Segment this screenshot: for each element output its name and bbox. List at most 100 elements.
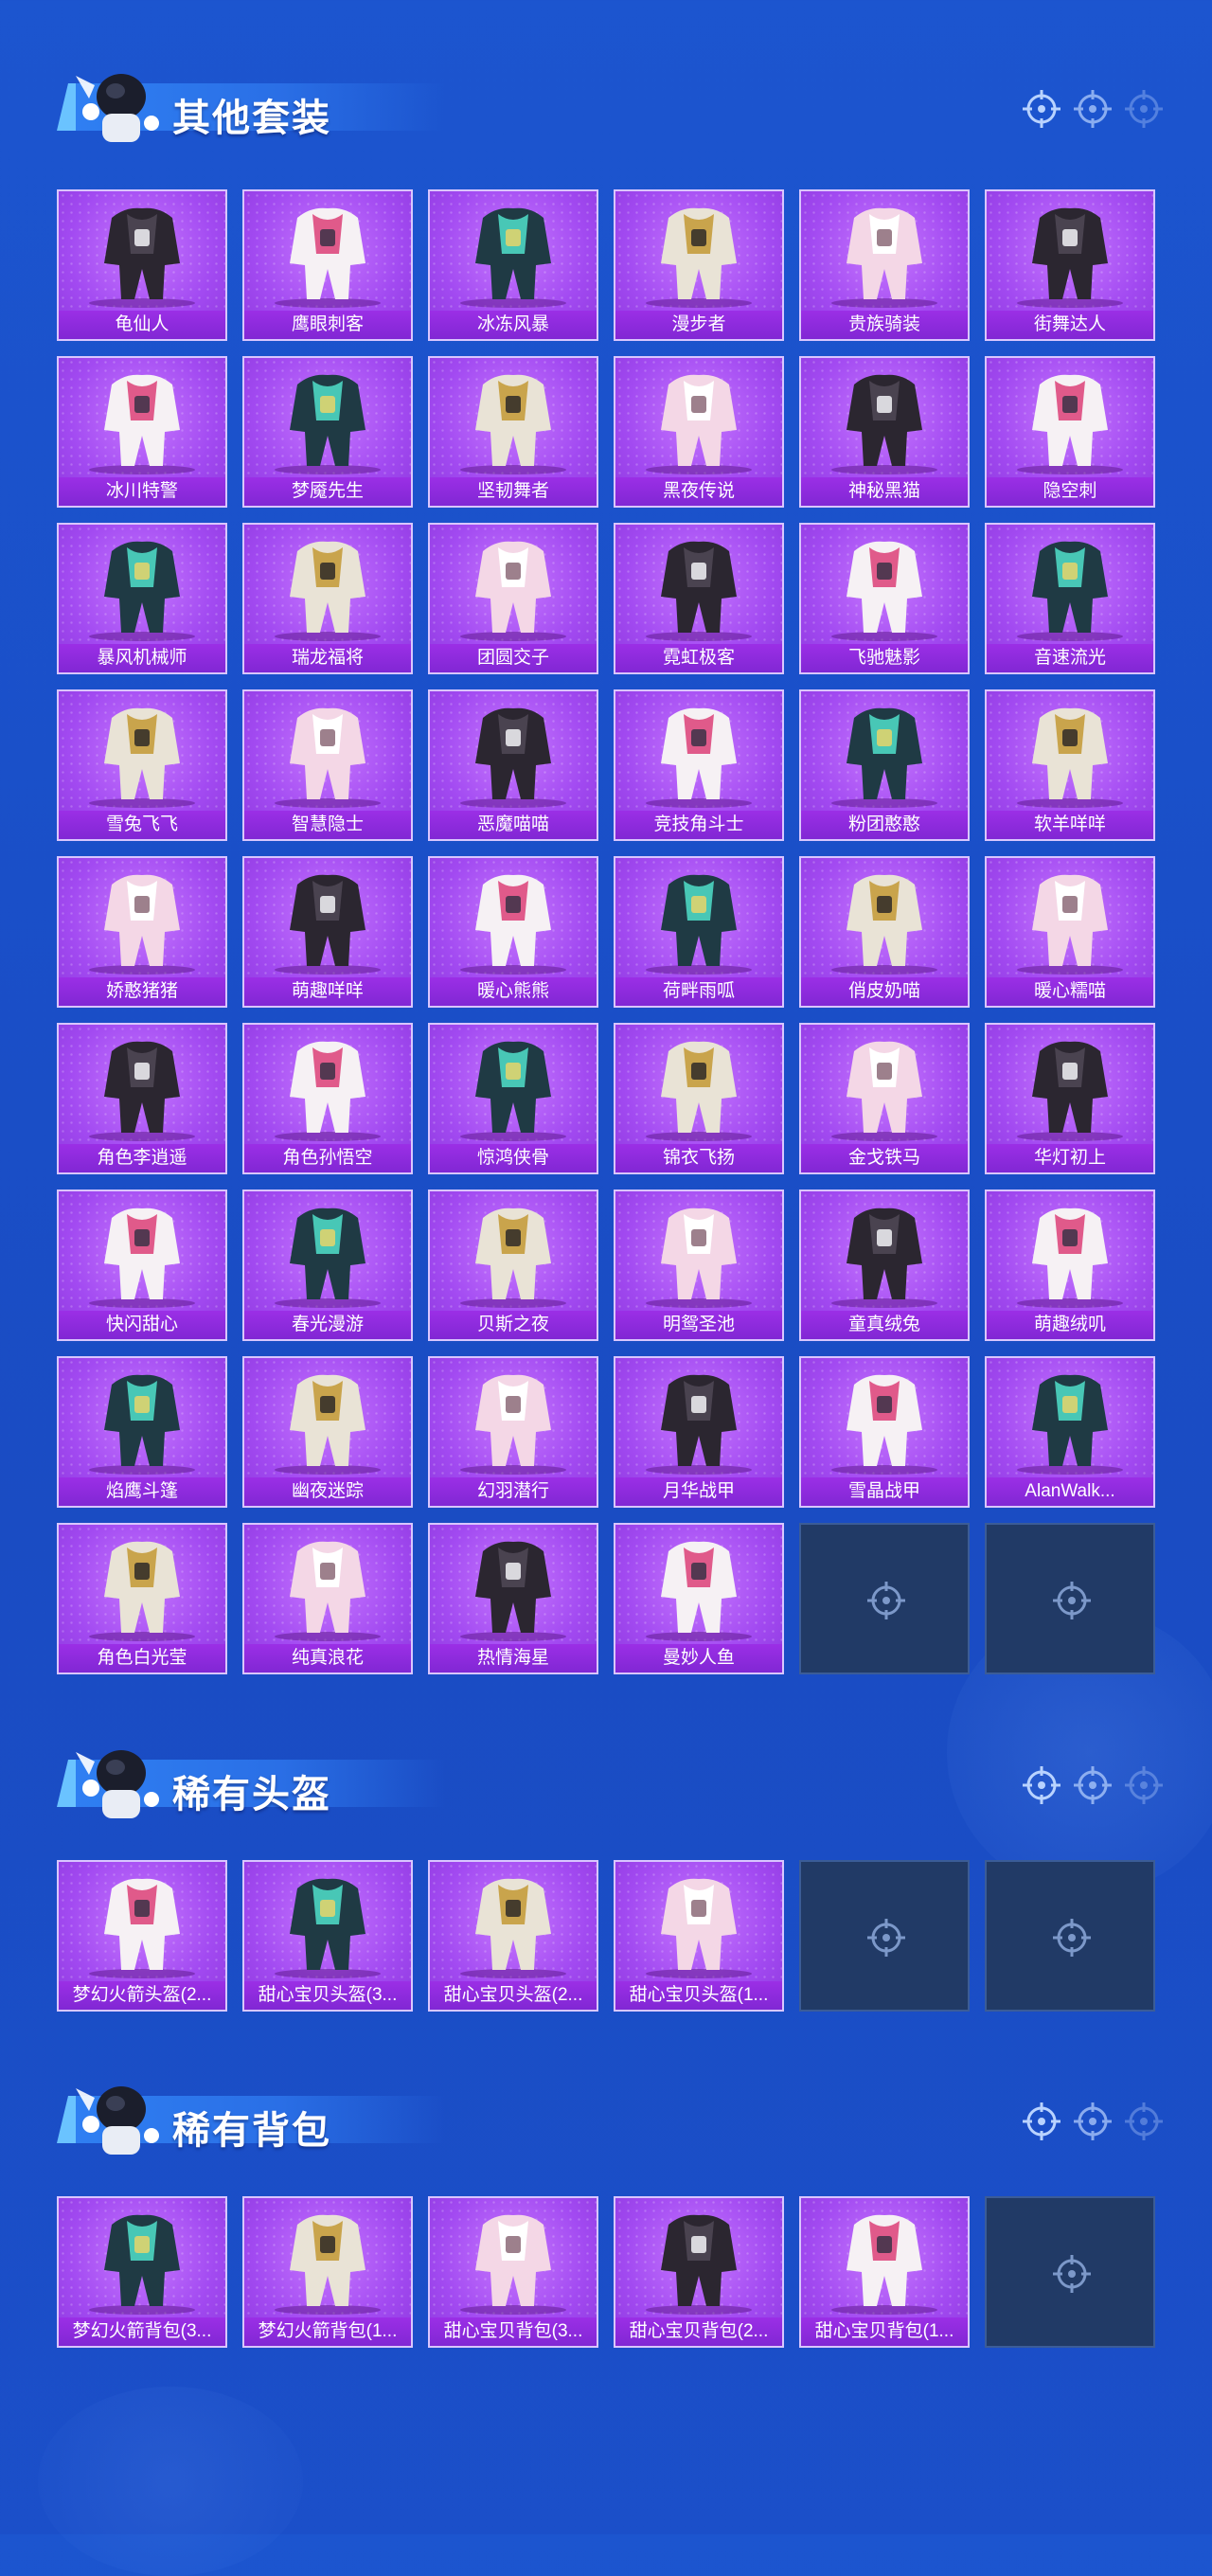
item-card[interactable]: 明鸳圣池 [614,1190,784,1341]
item-card[interactable]: 甜心宝贝头盔(1... [614,1860,784,2012]
item-card[interactable]: 冰川特警 [57,356,227,508]
crosshair-icon [1053,2255,1091,2293]
item-card[interactable]: 荷畔雨呱 [614,856,784,1008]
item-card[interactable]: 神秘黑猫 [799,356,970,508]
item-card[interactable]: 贵族骑装 [799,189,970,341]
item-card[interactable]: 暖心熊熊 [428,856,598,1008]
item-card[interactable]: 金戈铁马 [799,1023,970,1174]
item-card[interactable]: 角色白光莹 [57,1523,227,1674]
item-label: 角色孙悟空 [244,1144,411,1172]
item-card[interactable]: 雪晶战甲 [799,1356,970,1508]
item-label: 明鸳圣池 [615,1311,782,1339]
item-card[interactable]: 竞技角斗士 [614,689,784,841]
item-label: 暴风机械师 [59,644,225,672]
item-card[interactable]: 智慧隐士 [242,689,413,841]
item-card[interactable]: 音速流光 [985,523,1155,674]
item-card[interactable]: 团圆交子 [428,523,598,674]
item-card[interactable]: 飞驰魅影 [799,523,970,674]
item-card[interactable]: 贝斯之夜 [428,1190,598,1341]
item-card[interactable]: 梦魇先生 [242,356,413,508]
item-card[interactable]: 梦幻火箭背包(1... [242,2196,413,2348]
item-card[interactable]: 华灯初上 [985,1023,1155,1174]
item-image [646,2214,752,2315]
item-card[interactable]: 雪兔飞飞 [57,689,227,841]
crosshair-icon [1074,90,1112,128]
item-card[interactable]: 街舞达人 [985,189,1155,341]
item-label: 隐空刺 [987,477,1153,506]
item-card[interactable]: 幽夜迷踪 [242,1356,413,1508]
item-card[interactable]: 冰冻风暴 [428,189,598,341]
item-card[interactable]: 甜心宝贝背包(2... [614,2196,784,2348]
item-card[interactable]: 梦幻火箭背包(3... [57,2196,227,2348]
item-card[interactable]: 龟仙人 [57,189,227,341]
item-card[interactable]: 萌趣绒叽 [985,1190,1155,1341]
item-card[interactable]: 纯真浪花 [242,1523,413,1674]
item-card[interactable]: 甜心宝贝头盔(3... [242,1860,413,2012]
crosshair-icon [867,1919,905,1957]
item-label: 角色白光莹 [59,1644,225,1673]
section-title: 稀有头盔 [172,1774,331,1816]
item-image [89,374,195,474]
item-image [460,541,566,641]
section-header: 稀有背包 [28,2060,1165,2164]
item-image [460,2214,566,2315]
item-card[interactable]: 隐空刺 [985,356,1155,508]
item-label: 街舞达人 [987,311,1153,339]
item-card[interactable]: 锦衣飞扬 [614,1023,784,1174]
item-card[interactable]: 恶魔喵喵 [428,689,598,841]
item-card[interactable]: 鹰眼刺客 [242,189,413,341]
item-card[interactable]: 焰鹰斗篷 [57,1356,227,1508]
item-card[interactable]: 甜心宝贝背包(1... [799,2196,970,2348]
item-image [460,1374,566,1475]
item-label: 恶魔喵喵 [430,811,597,839]
item-label: 鹰眼刺客 [244,311,411,339]
item-label: 雪兔飞飞 [59,811,225,839]
item-card[interactable]: 甜心宝贝背包(3... [428,2196,598,2348]
item-card[interactable]: 霓虹极客 [614,523,784,674]
item-card[interactable]: 娇憨猪猪 [57,856,227,1008]
item-label: 飞驰魅影 [801,644,968,672]
empty-slot [985,1860,1155,2012]
item-card[interactable]: 暖心糯喵 [985,856,1155,1008]
item-card[interactable]: 粉团憨憨 [799,689,970,841]
mascot-icon [76,1750,159,1818]
item-label: 荷畔雨呱 [615,977,782,1006]
item-card[interactable]: 黑夜传说 [614,356,784,508]
crosshair-icon [1125,2102,1163,2140]
item-card[interactable]: 月华战甲 [614,1356,784,1508]
item-label: 幽夜迷踪 [244,1477,411,1506]
item-card[interactable]: 坚韧舞者 [428,356,598,508]
item-label: 热情海星 [430,1644,597,1673]
item-card[interactable]: AlanWalk... [985,1356,1155,1508]
item-label: 雪晶战甲 [801,1477,968,1506]
item-card[interactable]: 快闪甜心 [57,1190,227,1341]
item-card[interactable]: 萌趣咩咩 [242,856,413,1008]
item-card[interactable]: 童真绒兔 [799,1190,970,1341]
item-card[interactable]: 角色李逍遥 [57,1023,227,1174]
item-image [831,2214,937,2315]
item-label: 锦衣飞扬 [615,1144,782,1172]
item-image [1017,874,1123,975]
item-card[interactable]: 漫步者 [614,189,784,341]
item-card[interactable]: 角色孙悟空 [242,1023,413,1174]
item-image [646,874,752,975]
item-label: 月华战甲 [615,1477,782,1506]
item-card[interactable]: 瑞龙福将 [242,523,413,674]
item-card[interactable]: 春光漫游 [242,1190,413,1341]
item-image [275,1878,381,1978]
item-card[interactable]: 暴风机械师 [57,523,227,674]
item-card[interactable]: 梦幻火箭头盔(2... [57,1860,227,2012]
item-image [831,1374,937,1475]
item-card[interactable]: 甜心宝贝头盔(2... [428,1860,598,2012]
item-card[interactable]: 热情海星 [428,1523,598,1674]
item-card[interactable]: 幻羽潜行 [428,1356,598,1508]
item-card[interactable]: 曼妙人鱼 [614,1523,784,1674]
item-label: 甜心宝贝背包(2... [615,2317,782,2346]
item-card[interactable]: 软羊咩咩 [985,689,1155,841]
item-image [831,1208,937,1308]
item-image [460,874,566,975]
item-image [1017,707,1123,808]
item-card[interactable]: 惊鸿侠骨 [428,1023,598,1174]
item-label: 春光漫游 [244,1311,411,1339]
item-card[interactable]: 俏皮奶喵 [799,856,970,1008]
